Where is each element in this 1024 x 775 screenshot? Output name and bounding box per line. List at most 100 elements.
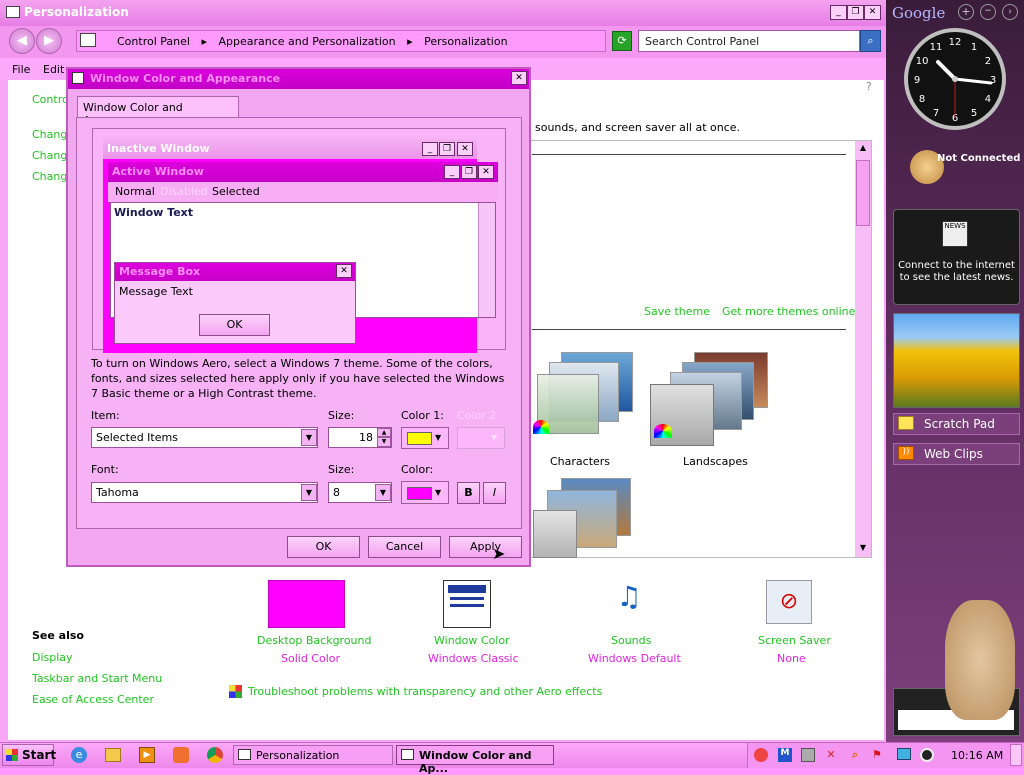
see-also-ease-of-access[interactable]: Ease of Access Center	[32, 693, 154, 706]
font-select[interactable]: Tahoma	[91, 482, 318, 503]
window-color-value[interactable]: Windows Classic	[428, 652, 519, 665]
preview-window-text: Window Text	[114, 206, 194, 219]
desktop-background-value[interactable]: Solid Color	[281, 652, 340, 665]
theme-characters[interactable]	[533, 352, 633, 448]
clock-numeral: 12	[949, 37, 962, 48]
breadcrumb-appearance[interactable]: Appearance and Personalization	[218, 35, 395, 48]
italic-button[interactable]: I	[483, 482, 506, 504]
maximize-button[interactable]: ❐	[847, 5, 864, 20]
tray-icon-1[interactable]	[754, 748, 768, 762]
close-button[interactable]: ✕	[864, 5, 881, 20]
scroll-up-arrow[interactable]: ▲	[856, 143, 870, 155]
search-input[interactable]: Search Control Panel	[638, 30, 860, 52]
tray-volume-icon[interactable]	[920, 748, 934, 762]
hamster-character	[945, 600, 1015, 720]
screen-saver-value[interactable]: None	[777, 652, 806, 665]
dialog-close-button[interactable]: ✕	[511, 71, 527, 85]
windows-flag-icon	[229, 685, 242, 698]
add-gadget-icon[interactable]: +	[958, 4, 974, 20]
taskbar-personalization[interactable]: Personalization	[233, 745, 393, 765]
screen-saver-label[interactable]: Screen Saver	[758, 634, 831, 647]
tab-window-color[interactable]: Window Color and Appearance	[77, 96, 239, 127]
show-desktop-button[interactable]	[1010, 744, 1022, 766]
see-also-display[interactable]: Display	[32, 651, 73, 664]
breadcrumb-control-panel[interactable]: Control Panel	[117, 35, 190, 48]
desktop-background-label[interactable]: Desktop Background	[257, 634, 372, 647]
color1-swatch	[407, 432, 432, 445]
ie-icon[interactable]: e	[71, 747, 87, 763]
help-icon[interactable]: ?	[866, 80, 872, 93]
breadcrumb-personalization[interactable]: Personalization	[424, 35, 507, 48]
tray-flag-icon[interactable]: ⚑	[872, 748, 886, 762]
sounds-value[interactable]: Windows Default	[588, 652, 681, 665]
sounds-icon[interactable]: ♫	[605, 580, 653, 624]
taskbar-personalization-icon	[238, 749, 251, 760]
search-icon[interactable]: ⌕	[860, 30, 881, 52]
font-color-picker[interactable]: ▼	[401, 481, 449, 504]
taskbar-window-color[interactable]: Window Color and Ap...	[396, 745, 554, 775]
window-color-label[interactable]: Window Color	[434, 634, 510, 647]
menu-file[interactable]: File	[12, 63, 30, 76]
apply-button[interactable]: Apply	[449, 536, 522, 558]
save-theme-link[interactable]: Save theme	[644, 305, 710, 318]
clock-gadget[interactable]: 12 1234567891011	[902, 26, 1008, 132]
cancel-button[interactable]: Cancel	[368, 536, 441, 558]
sounds-label[interactable]: Sounds	[611, 634, 651, 647]
scroll-down-arrow[interactable]: ▼	[856, 543, 870, 555]
tray-clock[interactable]: 10:16 AM	[951, 749, 1003, 762]
item-dropdown-arrow[interactable]: ▼	[301, 429, 317, 446]
color1-picker[interactable]: ▼	[401, 427, 449, 449]
item-size-label: Size:	[328, 409, 355, 422]
scroll-thumb[interactable]	[856, 160, 870, 226]
font-dropdown-arrow[interactable]: ▼	[301, 484, 317, 501]
font-size-dropdown-arrow[interactable]: ▼	[375, 484, 391, 501]
preview-menu-selected: Selected	[212, 185, 260, 198]
troubleshoot-link[interactable]: Troubleshoot problems with transparency …	[248, 685, 602, 698]
media-player-icon[interactable]: ▶	[139, 747, 155, 763]
window-color-icon[interactable]	[443, 580, 491, 628]
see-also-taskbar[interactable]: Taskbar and Start Menu	[32, 672, 162, 685]
tray-icon-m[interactable]: M	[778, 748, 792, 762]
screen-saver-icon[interactable]: ⊘	[766, 580, 812, 624]
slideshow-gadget[interactable]	[893, 313, 1020, 408]
size-up-arrow[interactable]: ▲	[377, 428, 391, 437]
intro-text: sounds, and screen saver all at once.	[535, 121, 741, 134]
more-themes-link[interactable]: Get more themes online	[722, 305, 855, 318]
ok-button[interactable]: OK	[287, 536, 360, 558]
tray-network-icon[interactable]	[897, 748, 911, 760]
size-down-arrow[interactable]: ▼	[377, 437, 391, 447]
message-box-title: Message Box	[115, 263, 355, 281]
forward-button[interactable]: ▶	[36, 28, 62, 54]
gadget-menu-icon[interactable]: −	[980, 4, 996, 20]
address-bar[interactable]: Control Panel ▸ Appearance and Personali…	[76, 30, 606, 52]
tray-search-icon[interactable]: ⌕	[848, 748, 862, 762]
control-panel-icon	[80, 33, 96, 47]
explorer-folder-icon[interactable]	[105, 748, 121, 762]
bold-button[interactable]: B	[457, 482, 480, 504]
firefox-icon[interactable]	[173, 747, 189, 763]
preview-menu-disabled: Disabled	[160, 185, 208, 198]
theme-landscapes[interactable]	[650, 352, 770, 448]
clock-numeral: 1	[971, 42, 977, 53]
inactive-window-title: Inactive Window	[103, 139, 477, 159]
clock-numeral: 5	[971, 108, 977, 119]
see-also-heading: See also	[32, 629, 84, 642]
item-select[interactable]: Selected Items	[91, 427, 318, 448]
chrome-icon[interactable]	[207, 747, 223, 763]
app-icon	[6, 6, 20, 18]
font-size-label: Size:	[328, 463, 355, 476]
divider-themes	[532, 329, 846, 330]
menu-edit[interactable]: Edit	[43, 63, 64, 76]
item-label: Item:	[91, 409, 120, 422]
desktop-background-swatch[interactable]	[268, 580, 345, 628]
inactive-close-icon: ✕	[457, 142, 473, 156]
theme-characters-label: Characters	[550, 455, 611, 468]
gadget-next-icon[interactable]: ›	[1002, 4, 1018, 20]
theme-partial[interactable]	[533, 478, 633, 558]
back-button[interactable]: ◀	[9, 28, 35, 54]
message-box-text: Message Text	[119, 285, 193, 298]
refresh-icon[interactable]: ⟳	[612, 31, 632, 51]
tray-icon-4[interactable]: ✕	[824, 748, 838, 762]
minimize-button[interactable]: _	[830, 5, 847, 20]
tray-icon-3[interactable]	[801, 748, 815, 762]
